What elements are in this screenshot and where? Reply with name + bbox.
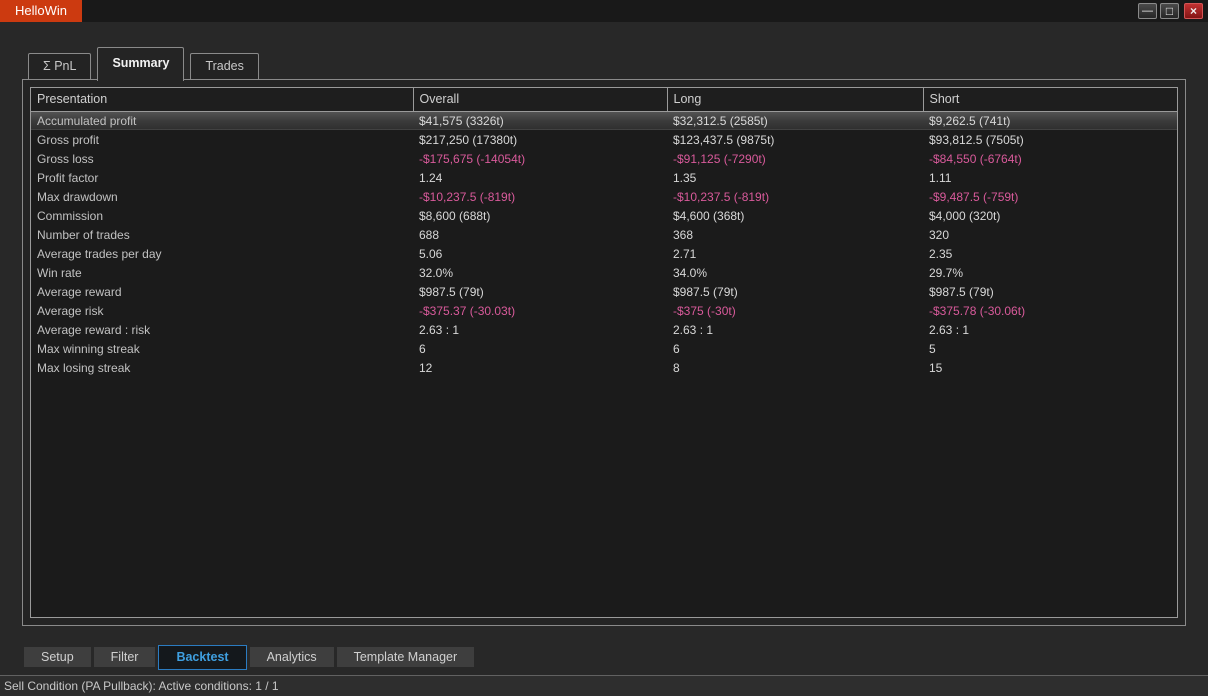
table-cell-short[interactable]: -$375.78 (-30.06t) <box>923 301 1177 320</box>
table-cell-short[interactable]: $93,812.5 (7505t) <box>923 130 1177 149</box>
tab-summary[interactable]: Summary <box>97 47 184 81</box>
table-cell-label[interactable]: Gross profit <box>31 130 413 149</box>
table-row[interactable]: Max losing streak12815 <box>31 358 1177 377</box>
bottom-tab-setup[interactable]: Setup <box>24 647 91 667</box>
table-cell-label[interactable]: Accumulated profit <box>31 111 413 130</box>
table-cell-label[interactable]: Profit factor <box>31 168 413 187</box>
table-header-row: PresentationOverallLongShort <box>31 88 1177 111</box>
table-row[interactable]: Average trades per day5.062.712.35 <box>31 244 1177 263</box>
column-header-presentation[interactable]: Presentation <box>31 88 413 111</box>
table-row[interactable]: Number of trades688368320 <box>31 225 1177 244</box>
table-cell-long[interactable]: 6 <box>667 339 923 358</box>
table-cell-label[interactable]: Gross loss <box>31 149 413 168</box>
table-row[interactable]: Max drawdown-$10,237.5 (-819t)-$10,237.5… <box>31 187 1177 206</box>
table-row[interactable]: Average reward : risk2.63 : 12.63 : 12.6… <box>31 320 1177 339</box>
table-cell-long[interactable]: $4,600 (368t) <box>667 206 923 225</box>
table-row[interactable]: Gross profit$217,250 (17380t)$123,437.5 … <box>31 130 1177 149</box>
tab-trades[interactable]: Trades <box>190 53 258 80</box>
window-title: HelloWin <box>0 0 82 22</box>
table-cell-long[interactable]: 8 <box>667 358 923 377</box>
summary-table: PresentationOverallLongShort Accumulated… <box>31 88 1177 377</box>
table-cell-overall[interactable]: -$375.37 (-30.03t) <box>413 301 667 320</box>
table-cell-label[interactable]: Average risk <box>31 301 413 320</box>
table-cell-long[interactable]: 34.0% <box>667 263 923 282</box>
table-cell-long[interactable]: -$375 (-30t) <box>667 301 923 320</box>
table-row[interactable]: Average reward$987.5 (79t)$987.5 (79t)$9… <box>31 282 1177 301</box>
table-cell-overall[interactable]: 32.0% <box>413 263 667 282</box>
table-cell-short[interactable]: $4,000 (320t) <box>923 206 1177 225</box>
table-cell-overall[interactable]: $217,250 (17380t) <box>413 130 667 149</box>
bottom-tab-backtest[interactable]: Backtest <box>158 645 246 670</box>
table-cell-long[interactable]: 2.71 <box>667 244 923 263</box>
table-cell-label[interactable]: Number of trades <box>31 225 413 244</box>
table-cell-label[interactable]: Win rate <box>31 263 413 282</box>
table-cell-overall[interactable]: $41,575 (3326t) <box>413 111 667 130</box>
table-cell-long[interactable]: $123,437.5 (9875t) <box>667 130 923 149</box>
minimize-icon[interactable]: — <box>1138 3 1157 19</box>
close-icon[interactable]: × <box>1184 3 1203 19</box>
table-cell-overall[interactable]: 5.06 <box>413 244 667 263</box>
table-cell-overall[interactable]: $8,600 (688t) <box>413 206 667 225</box>
table-cell-long[interactable]: $32,312.5 (2585t) <box>667 111 923 130</box>
table-cell-label[interactable]: Average reward : risk <box>31 320 413 339</box>
status-bar: Sell Condition (PA Pullback): Active con… <box>0 675 1208 696</box>
table-cell-long[interactable]: 368 <box>667 225 923 244</box>
table-cell-short[interactable]: 1.11 <box>923 168 1177 187</box>
table-cell-long[interactable]: -$91,125 (-7290t) <box>667 149 923 168</box>
table-cell-label[interactable]: Commission <box>31 206 413 225</box>
table-cell-overall[interactable]: 2.63 : 1 <box>413 320 667 339</box>
table-cell-overall[interactable]: 688 <box>413 225 667 244</box>
table-row[interactable]: Max winning streak665 <box>31 339 1177 358</box>
table-cell-label[interactable]: Max drawdown <box>31 187 413 206</box>
table-cell-short[interactable]: 5 <box>923 339 1177 358</box>
bottom-tab-filter[interactable]: Filter <box>94 647 156 667</box>
table-cell-label[interactable]: Max winning streak <box>31 339 413 358</box>
table-cell-short[interactable]: 2.63 : 1 <box>923 320 1177 339</box>
summary-table-frame: PresentationOverallLongShort Accumulated… <box>30 87 1178 618</box>
table-cell-long[interactable]: 2.63 : 1 <box>667 320 923 339</box>
table-cell-short[interactable]: 320 <box>923 225 1177 244</box>
table-cell-overall[interactable]: -$10,237.5 (-819t) <box>413 187 667 206</box>
status-text: Sell Condition (PA Pullback): Active con… <box>4 679 279 693</box>
table-row[interactable]: Commission$8,600 (688t)$4,600 (368t)$4,0… <box>31 206 1177 225</box>
summary-panel: PresentationOverallLongShort Accumulated… <box>22 79 1186 626</box>
table-cell-short[interactable]: $9,262.5 (741t) <box>923 111 1177 130</box>
table-cell-overall[interactable]: 6 <box>413 339 667 358</box>
table-cell-short[interactable]: -$9,487.5 (-759t) <box>923 187 1177 206</box>
column-header-long[interactable]: Long <box>667 88 923 111</box>
table-cell-label[interactable]: Average trades per day <box>31 244 413 263</box>
table-cell-long[interactable]: -$10,237.5 (-819t) <box>667 187 923 206</box>
table-cell-short[interactable]: 29.7% <box>923 263 1177 282</box>
table-cell-overall[interactable]: $987.5 (79t) <box>413 282 667 301</box>
title-bar: HelloWin — □ × <box>0 0 1208 22</box>
bottom-tab-analytics[interactable]: Analytics <box>250 647 334 667</box>
table-cell-overall[interactable]: 12 <box>413 358 667 377</box>
column-header-overall[interactable]: Overall <box>413 88 667 111</box>
table-cell-short[interactable]: $987.5 (79t) <box>923 282 1177 301</box>
tab-pnl[interactable]: Σ PnL <box>28 53 91 80</box>
workspace-tab-strip: SetupFilterBacktestAnalyticsTemplate Man… <box>24 644 477 670</box>
table-cell-label[interactable]: Max losing streak <box>31 358 413 377</box>
table-row[interactable]: Profit factor1.241.351.11 <box>31 168 1177 187</box>
summary-tab-strip: Σ PnLSummaryTrades <box>28 46 265 80</box>
table-row[interactable]: Average risk-$375.37 (-30.03t)-$375 (-30… <box>31 301 1177 320</box>
table-cell-overall[interactable]: -$175,675 (-14054t) <box>413 149 667 168</box>
column-header-short[interactable]: Short <box>923 88 1177 111</box>
table-row[interactable]: Gross loss-$175,675 (-14054t)-$91,125 (-… <box>31 149 1177 168</box>
table-cell-long[interactable]: 1.35 <box>667 168 923 187</box>
table-row[interactable]: Accumulated profit$41,575 (3326t)$32,312… <box>31 111 1177 130</box>
table-cell-short[interactable]: 15 <box>923 358 1177 377</box>
table-cell-overall[interactable]: 1.24 <box>413 168 667 187</box>
window-controls: — □ × <box>1138 3 1203 19</box>
bottom-tab-template-manager[interactable]: Template Manager <box>337 647 475 667</box>
table-cell-long[interactable]: $987.5 (79t) <box>667 282 923 301</box>
maximize-icon[interactable]: □ <box>1160 3 1179 19</box>
table-row[interactable]: Win rate32.0%34.0%29.7% <box>31 263 1177 282</box>
table-cell-label[interactable]: Average reward <box>31 282 413 301</box>
table-cell-short[interactable]: -$84,550 (-6764t) <box>923 149 1177 168</box>
table-cell-short[interactable]: 2.35 <box>923 244 1177 263</box>
